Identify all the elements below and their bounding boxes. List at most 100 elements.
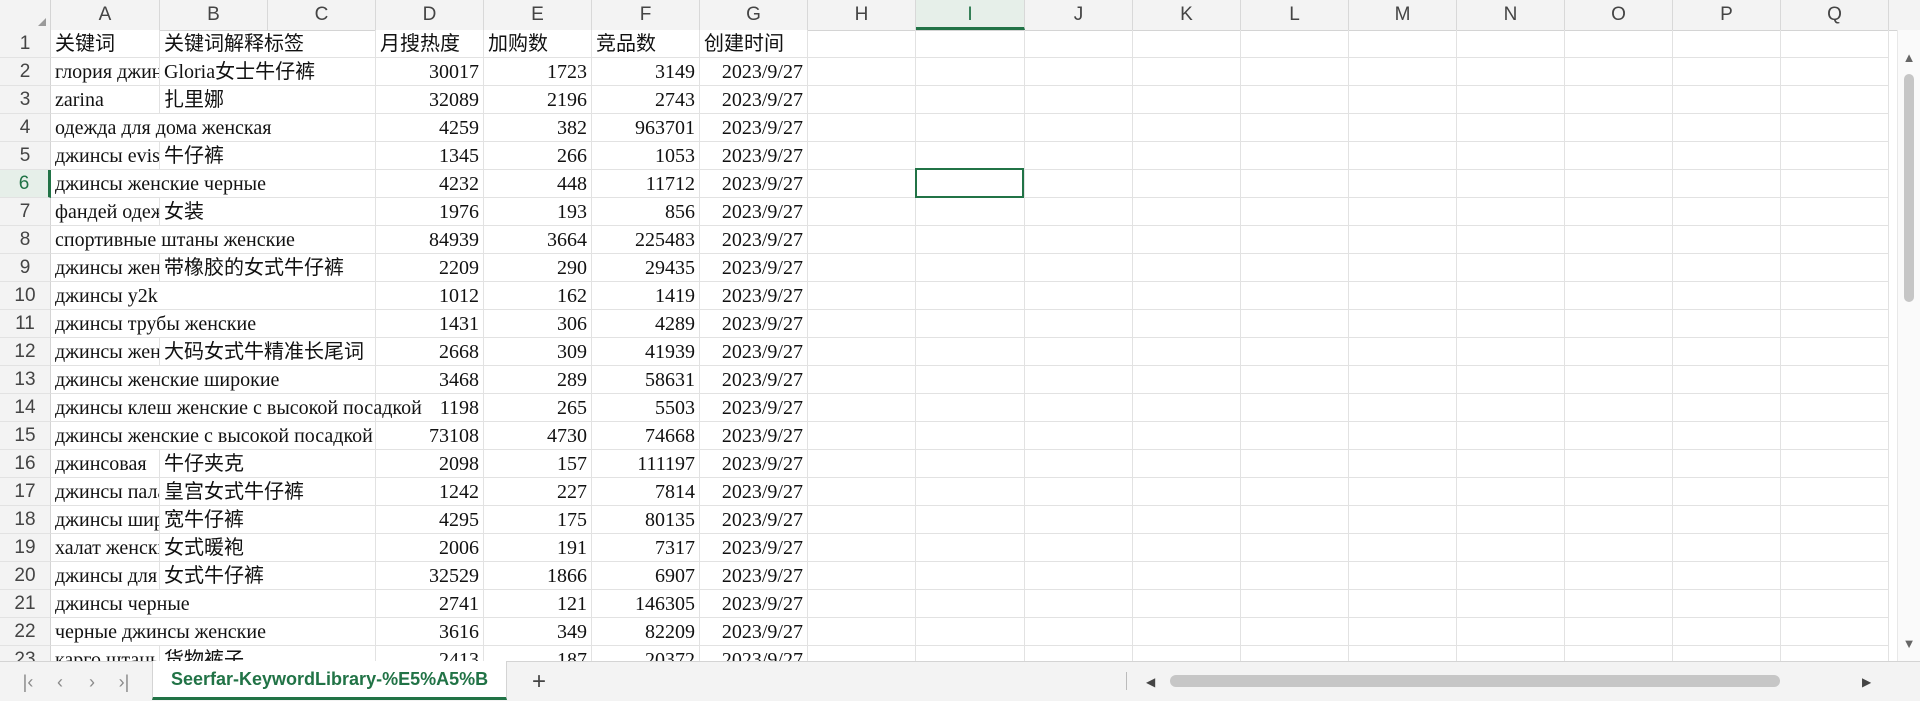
cell-e20[interactable]: 1866: [484, 562, 592, 590]
cell-l13[interactable]: [1241, 366, 1349, 394]
cell-a22[interactable]: черные джинсы женские: [51, 618, 376, 646]
cell-f23[interactable]: 20372: [592, 646, 700, 661]
cell-l2[interactable]: [1241, 58, 1349, 86]
cell-o11[interactable]: [1565, 310, 1673, 338]
cell-l23[interactable]: [1241, 646, 1349, 661]
cell-k23[interactable]: [1133, 646, 1241, 661]
cell-q4[interactable]: [1781, 114, 1889, 142]
cell-g16[interactable]: 2023/9/27: [700, 450, 808, 478]
cell-n6[interactable]: [1457, 170, 1565, 198]
cell-l15[interactable]: [1241, 422, 1349, 450]
cell-d13[interactable]: 3468: [376, 366, 484, 394]
cell-b12[interactable]: 大码女式牛精准长尾词: [160, 338, 376, 366]
cell-m4[interactable]: [1349, 114, 1457, 142]
cell-p18[interactable]: [1673, 506, 1781, 534]
cell-f9[interactable]: 29435: [592, 254, 700, 282]
row-header-22[interactable]: 22: [0, 618, 51, 646]
cell-h9[interactable]: [808, 254, 916, 282]
cell-b5[interactable]: 牛仔裤: [160, 142, 376, 170]
cell-n16[interactable]: [1457, 450, 1565, 478]
cell-a17[interactable]: джинсы палаццо: [51, 478, 160, 506]
row-header-23[interactable]: 23: [0, 646, 51, 661]
cell-n19[interactable]: [1457, 534, 1565, 562]
cell-e4[interactable]: 382: [484, 114, 592, 142]
cell-i16[interactable]: [916, 450, 1025, 478]
cell-p4[interactable]: [1673, 114, 1781, 142]
cell-l12[interactable]: [1241, 338, 1349, 366]
row-header-11[interactable]: 11: [0, 310, 51, 338]
cell-f19[interactable]: 7317: [592, 534, 700, 562]
cell-n17[interactable]: [1457, 478, 1565, 506]
cell-l4[interactable]: [1241, 114, 1349, 142]
cell-i12[interactable]: [916, 338, 1025, 366]
cell-g11[interactable]: 2023/9/27: [700, 310, 808, 338]
cell-f5[interactable]: 1053: [592, 142, 700, 170]
cell-g12[interactable]: 2023/9/27: [700, 338, 808, 366]
cell-g15[interactable]: 2023/9/27: [700, 422, 808, 450]
cell-e2[interactable]: 1723: [484, 58, 592, 86]
cell-a16[interactable]: джинсовая: [51, 450, 160, 478]
cell-p11[interactable]: [1673, 310, 1781, 338]
cell-n15[interactable]: [1457, 422, 1565, 450]
cell-l7[interactable]: [1241, 198, 1349, 226]
prev-sheet-icon[interactable]: ‹: [44, 662, 76, 702]
cell-j13[interactable]: [1025, 366, 1133, 394]
cell-b3[interactable]: 扎里娜: [160, 86, 376, 114]
cell-o10[interactable]: [1565, 282, 1673, 310]
cell-l10[interactable]: [1241, 282, 1349, 310]
cell-o8[interactable]: [1565, 226, 1673, 254]
cell-g18[interactable]: 2023/9/27: [700, 506, 808, 534]
cell-o6[interactable]: [1565, 170, 1673, 198]
cell-l22[interactable]: [1241, 618, 1349, 646]
cell-q2[interactable]: [1781, 58, 1889, 86]
cell-i23[interactable]: [916, 646, 1025, 661]
cell-m2[interactable]: [1349, 58, 1457, 86]
cell-l14[interactable]: [1241, 394, 1349, 422]
cell-d19[interactable]: 2006: [376, 534, 484, 562]
cell-f14[interactable]: 5503: [592, 394, 700, 422]
cell-p6[interactable]: [1673, 170, 1781, 198]
cell-a20[interactable]: джинсы для женщин: [51, 562, 160, 590]
row-header-10[interactable]: 10: [0, 282, 51, 310]
cell-h12[interactable]: [808, 338, 916, 366]
cell-o19[interactable]: [1565, 534, 1673, 562]
cell-g3[interactable]: 2023/9/27: [700, 86, 808, 114]
cell-n8[interactable]: [1457, 226, 1565, 254]
cell-g14[interactable]: 2023/9/27: [700, 394, 808, 422]
cell-f6[interactable]: 11712: [592, 170, 700, 198]
cell-q19[interactable]: [1781, 534, 1889, 562]
cell-o17[interactable]: [1565, 478, 1673, 506]
cell-k3[interactable]: [1133, 86, 1241, 114]
cell-i9[interactable]: [916, 254, 1025, 282]
cell-o12[interactable]: [1565, 338, 1673, 366]
row-header-19[interactable]: 19: [0, 534, 51, 562]
cell-b7[interactable]: 女装: [160, 198, 376, 226]
column-header-g[interactable]: G: [700, 0, 808, 30]
horizontal-scrollbar[interactable]: ◀ ▶: [1124, 662, 1896, 702]
cell-f11[interactable]: 4289: [592, 310, 700, 338]
cell-l6[interactable]: [1241, 170, 1349, 198]
row-header-2[interactable]: 2: [0, 58, 51, 86]
column-header-a[interactable]: A: [51, 0, 160, 30]
scroll-right-icon[interactable]: ▶: [1862, 662, 1871, 702]
cell-d22[interactable]: 3616: [376, 618, 484, 646]
cell-m12[interactable]: [1349, 338, 1457, 366]
cell-h23[interactable]: [808, 646, 916, 661]
cell-g10[interactable]: 2023/9/27: [700, 282, 808, 310]
last-sheet-icon[interactable]: ›|: [108, 662, 140, 702]
cell-a11[interactable]: джинсы трубы женские: [51, 310, 376, 338]
cell-l8[interactable]: [1241, 226, 1349, 254]
cell-l11[interactable]: [1241, 310, 1349, 338]
cell-k10[interactable]: [1133, 282, 1241, 310]
cell-p1[interactable]: [1673, 30, 1781, 58]
cell-e14[interactable]: 265: [484, 394, 592, 422]
cell-o5[interactable]: [1565, 142, 1673, 170]
cell-b23[interactable]: 货物裤子: [160, 646, 376, 661]
cell-b9[interactable]: 带橡胶的女式牛仔裤: [160, 254, 376, 282]
column-header-m[interactable]: M: [1349, 0, 1457, 30]
cell-d8[interactable]: 84939: [376, 226, 484, 254]
cell-e16[interactable]: 157: [484, 450, 592, 478]
cell-k1[interactable]: [1133, 30, 1241, 58]
cell-k22[interactable]: [1133, 618, 1241, 646]
cell-m6[interactable]: [1349, 170, 1457, 198]
